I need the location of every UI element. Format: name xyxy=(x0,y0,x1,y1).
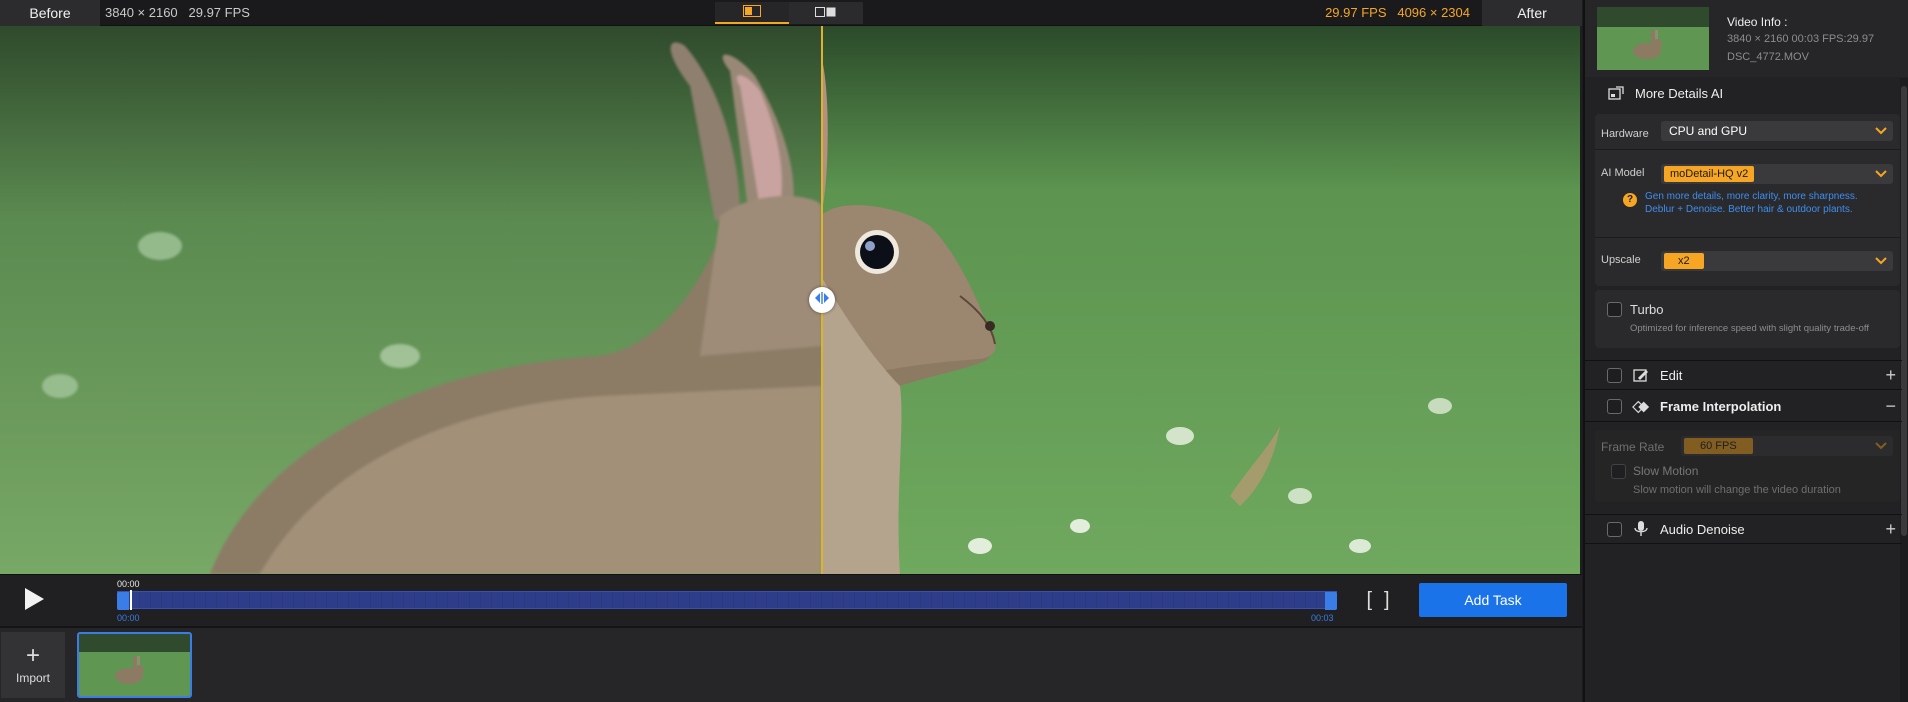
collapse-minus-icon[interactable]: − xyxy=(1885,397,1896,415)
hardware-select[interactable]: CPU and GPU xyxy=(1661,121,1893,141)
ai-model-select[interactable]: moDetail-HQ v2 xyxy=(1661,164,1893,184)
compare-toolbar: Before 3840 × 2160 29.97 FPS 29.97 FPS 4… xyxy=(0,0,1582,26)
side-by-side-view-button[interactable] xyxy=(789,2,863,24)
app-window: Before 3840 × 2160 29.97 FPS 29.97 FPS 4… xyxy=(0,0,1908,702)
chevron-down-icon xyxy=(1875,168,1887,182)
before-label: Before xyxy=(0,0,100,26)
slow-motion-checkbox[interactable] xyxy=(1611,464,1626,479)
before-info: 3840 × 2160 29.97 FPS xyxy=(105,5,250,20)
upscale-select[interactable]: x2 xyxy=(1661,251,1893,271)
chevron-down-icon xyxy=(1875,440,1887,454)
video-info-meta: 3840 × 2160 00:03 FPS:29.97 xyxy=(1727,33,1875,45)
enhance-icon xyxy=(1607,84,1625,102)
frame-rate-value: 60 FPS xyxy=(1684,438,1753,454)
plus-icon: + xyxy=(25,642,40,669)
side-by-side-icon xyxy=(815,6,837,21)
audio-denoise-header[interactable]: Audio Denoise + xyxy=(1585,514,1902,544)
after-fps: 29.97 FPS xyxy=(1325,5,1387,20)
more-details-title: More Details AI xyxy=(1635,85,1724,101)
turbo-description: Optimized for inference speed with sligh… xyxy=(1630,323,1870,334)
import-label: Import xyxy=(15,671,50,685)
audio-denoise-title: Audio Denoise xyxy=(1660,521,1745,537)
clip-thumbnail[interactable] xyxy=(77,632,192,698)
hardware-label: Hardware xyxy=(1601,128,1649,140)
bracket-open-icon: [ xyxy=(1366,588,1372,611)
view-mode-toggle xyxy=(715,2,863,24)
panel-scrollbar[interactable] xyxy=(1900,78,1908,702)
ai-model-desc-line2: Deblur + Denoise. Better hair & outdoor … xyxy=(1645,204,1853,215)
play-button[interactable] xyxy=(18,585,50,617)
edit-icon xyxy=(1632,366,1650,384)
playhead[interactable] xyxy=(130,590,132,610)
editor-area: Before 3840 × 2160 29.97 FPS 29.97 FPS 4… xyxy=(0,0,1582,702)
turbo-card: Turbo Optimized for inference speed with… xyxy=(1595,290,1900,348)
play-icon xyxy=(23,587,45,616)
set-in-out-button[interactable]: [ ] xyxy=(1358,587,1398,613)
compare-divider-handle[interactable] xyxy=(809,287,835,313)
trim-start-handle[interactable] xyxy=(117,592,129,610)
timeline-track[interactable] xyxy=(117,590,1337,610)
help-icon[interactable]: ? xyxy=(1623,193,1637,207)
turbo-checkbox[interactable] xyxy=(1607,302,1622,317)
audio-denoise-checkbox[interactable] xyxy=(1607,521,1622,537)
ai-model-label: AI Model xyxy=(1601,167,1645,179)
split-view-icon xyxy=(743,4,761,20)
start-timecode: 00:00 xyxy=(117,613,140,623)
slow-motion-description: Slow motion will change the video durati… xyxy=(1633,484,1841,496)
edit-title: Edit xyxy=(1660,367,1683,383)
upscale-label: Upscale xyxy=(1601,254,1641,266)
turbo-label: Turbo xyxy=(1630,302,1664,317)
frame-interpolation-checkbox[interactable] xyxy=(1607,399,1622,414)
video-info: Video Info : 3840 × 2160 00:03 FPS:29.97… xyxy=(1585,0,1908,77)
frame-interpolation-icon xyxy=(1632,398,1650,416)
settings-panel: Video Info : 3840 × 2160 00:03 FPS:29.97… xyxy=(1583,0,1908,702)
import-button[interactable]: + Import xyxy=(1,632,65,698)
drag-arrows-icon xyxy=(814,291,830,309)
upscale-value: x2 xyxy=(1664,253,1704,269)
microphone-icon xyxy=(1632,520,1650,538)
end-timecode: 00:03 xyxy=(1311,613,1334,623)
frame-interpolation-card: Frame Rate 60 FPS Slow Motion Slow motio… xyxy=(1595,430,1900,502)
edit-checkbox[interactable] xyxy=(1607,367,1622,383)
frame-interpolation-title: Frame Interpolation xyxy=(1660,399,1782,414)
ai-model-desc-line1: Gen more details, more clarity, more sha… xyxy=(1645,191,1858,202)
chevron-down-icon xyxy=(1875,255,1887,269)
after-resolution: 4096 × 2304 xyxy=(1397,5,1470,20)
frame-rate-select[interactable]: 60 FPS xyxy=(1681,436,1893,456)
video-info-title: Video Info : xyxy=(1727,15,1788,29)
split-view-button[interactable] xyxy=(715,2,789,24)
trim-end-handle[interactable] xyxy=(1325,592,1337,610)
current-timecode: 00:00 xyxy=(117,579,140,589)
scrollbar-thumb[interactable] xyxy=(1901,86,1907,536)
chevron-down-icon xyxy=(1875,125,1887,139)
expand-plus-icon[interactable]: + xyxy=(1885,366,1896,384)
ai-model-description: Gen more details, more clarity, more sha… xyxy=(1645,190,1895,216)
slow-motion-label: Slow Motion xyxy=(1633,464,1699,478)
more-details-header[interactable]: More Details AI xyxy=(1585,78,1902,108)
edit-header[interactable]: Edit + xyxy=(1585,360,1902,390)
hardware-value: CPU and GPU xyxy=(1669,124,1748,138)
media-bin: + Import xyxy=(0,626,1582,702)
frame-rate-label: Frame Rate xyxy=(1601,440,1665,454)
add-task-button[interactable]: Add Task xyxy=(1419,583,1567,617)
video-filename: DSC_4772.MOV xyxy=(1727,51,1809,63)
after-label: After xyxy=(1482,0,1582,26)
expand-plus-icon[interactable]: + xyxy=(1885,520,1896,538)
video-preview[interactable] xyxy=(0,26,1580,574)
bracket-close-icon: ] xyxy=(1384,588,1390,611)
frame-interpolation-header[interactable]: Frame Interpolation − xyxy=(1585,392,1902,422)
video-thumbnail xyxy=(1597,7,1709,70)
after-info: 29.97 FPS 4096 × 2304 xyxy=(1325,0,1470,26)
timeline: 00:00 00:00 00:03 [ ] Add Task xyxy=(0,574,1582,626)
ai-model-value: moDetail-HQ v2 xyxy=(1664,166,1755,182)
